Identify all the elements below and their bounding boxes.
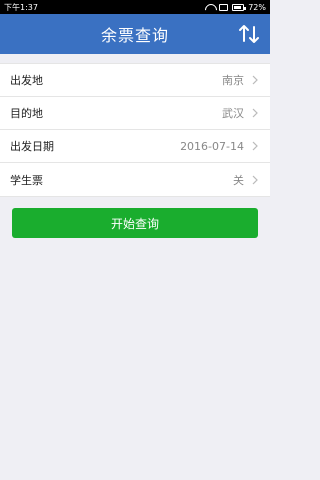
row-label: 出发日期 <box>10 140 54 153</box>
page-title: 余票查询 <box>100 26 169 45</box>
row-student-ticket[interactable]: 学生票 关 <box>0 163 270 196</box>
row-departure[interactable]: 出发地 南京 <box>0 64 270 97</box>
row-date[interactable]: 出发日期 2016-07-14 <box>0 130 270 163</box>
row-value: 2016-07-14 <box>180 139 244 153</box>
battery-icon <box>232 3 247 11</box>
query-form: 出发地 南京 目的地 武汉 出发日期 2016-07-14 学生票 关 <box>0 63 270 197</box>
row-label: 目的地 <box>10 107 43 120</box>
row-destination[interactable]: 目的地 武汉 <box>0 97 270 130</box>
status-bar: 下午1:37 72% <box>0 0 270 14</box>
row-label: 学生票 <box>10 173 43 187</box>
row-label: 出发地 <box>10 74 43 87</box>
battery-percent: 72% <box>248 2 266 12</box>
sim-icon <box>219 3 229 11</box>
row-value: 南京 <box>222 74 244 87</box>
row-value: 关 <box>233 173 244 187</box>
status-time: 下午1:37 <box>4 2 38 12</box>
status-icons: 72% <box>205 3 266 12</box>
chevron-right-icon <box>252 75 258 85</box>
wifi-icon <box>205 4 215 11</box>
row-value: 武汉 <box>222 107 244 120</box>
swap-arrows-icon[interactable] <box>238 24 260 44</box>
start-search-button[interactable]: 开始查询 <box>12 208 258 238</box>
navbar: 余票查询 <box>0 14 270 54</box>
chevron-right-icon <box>252 108 258 118</box>
chevron-right-icon <box>252 175 258 184</box>
chevron-right-icon <box>252 141 258 151</box>
